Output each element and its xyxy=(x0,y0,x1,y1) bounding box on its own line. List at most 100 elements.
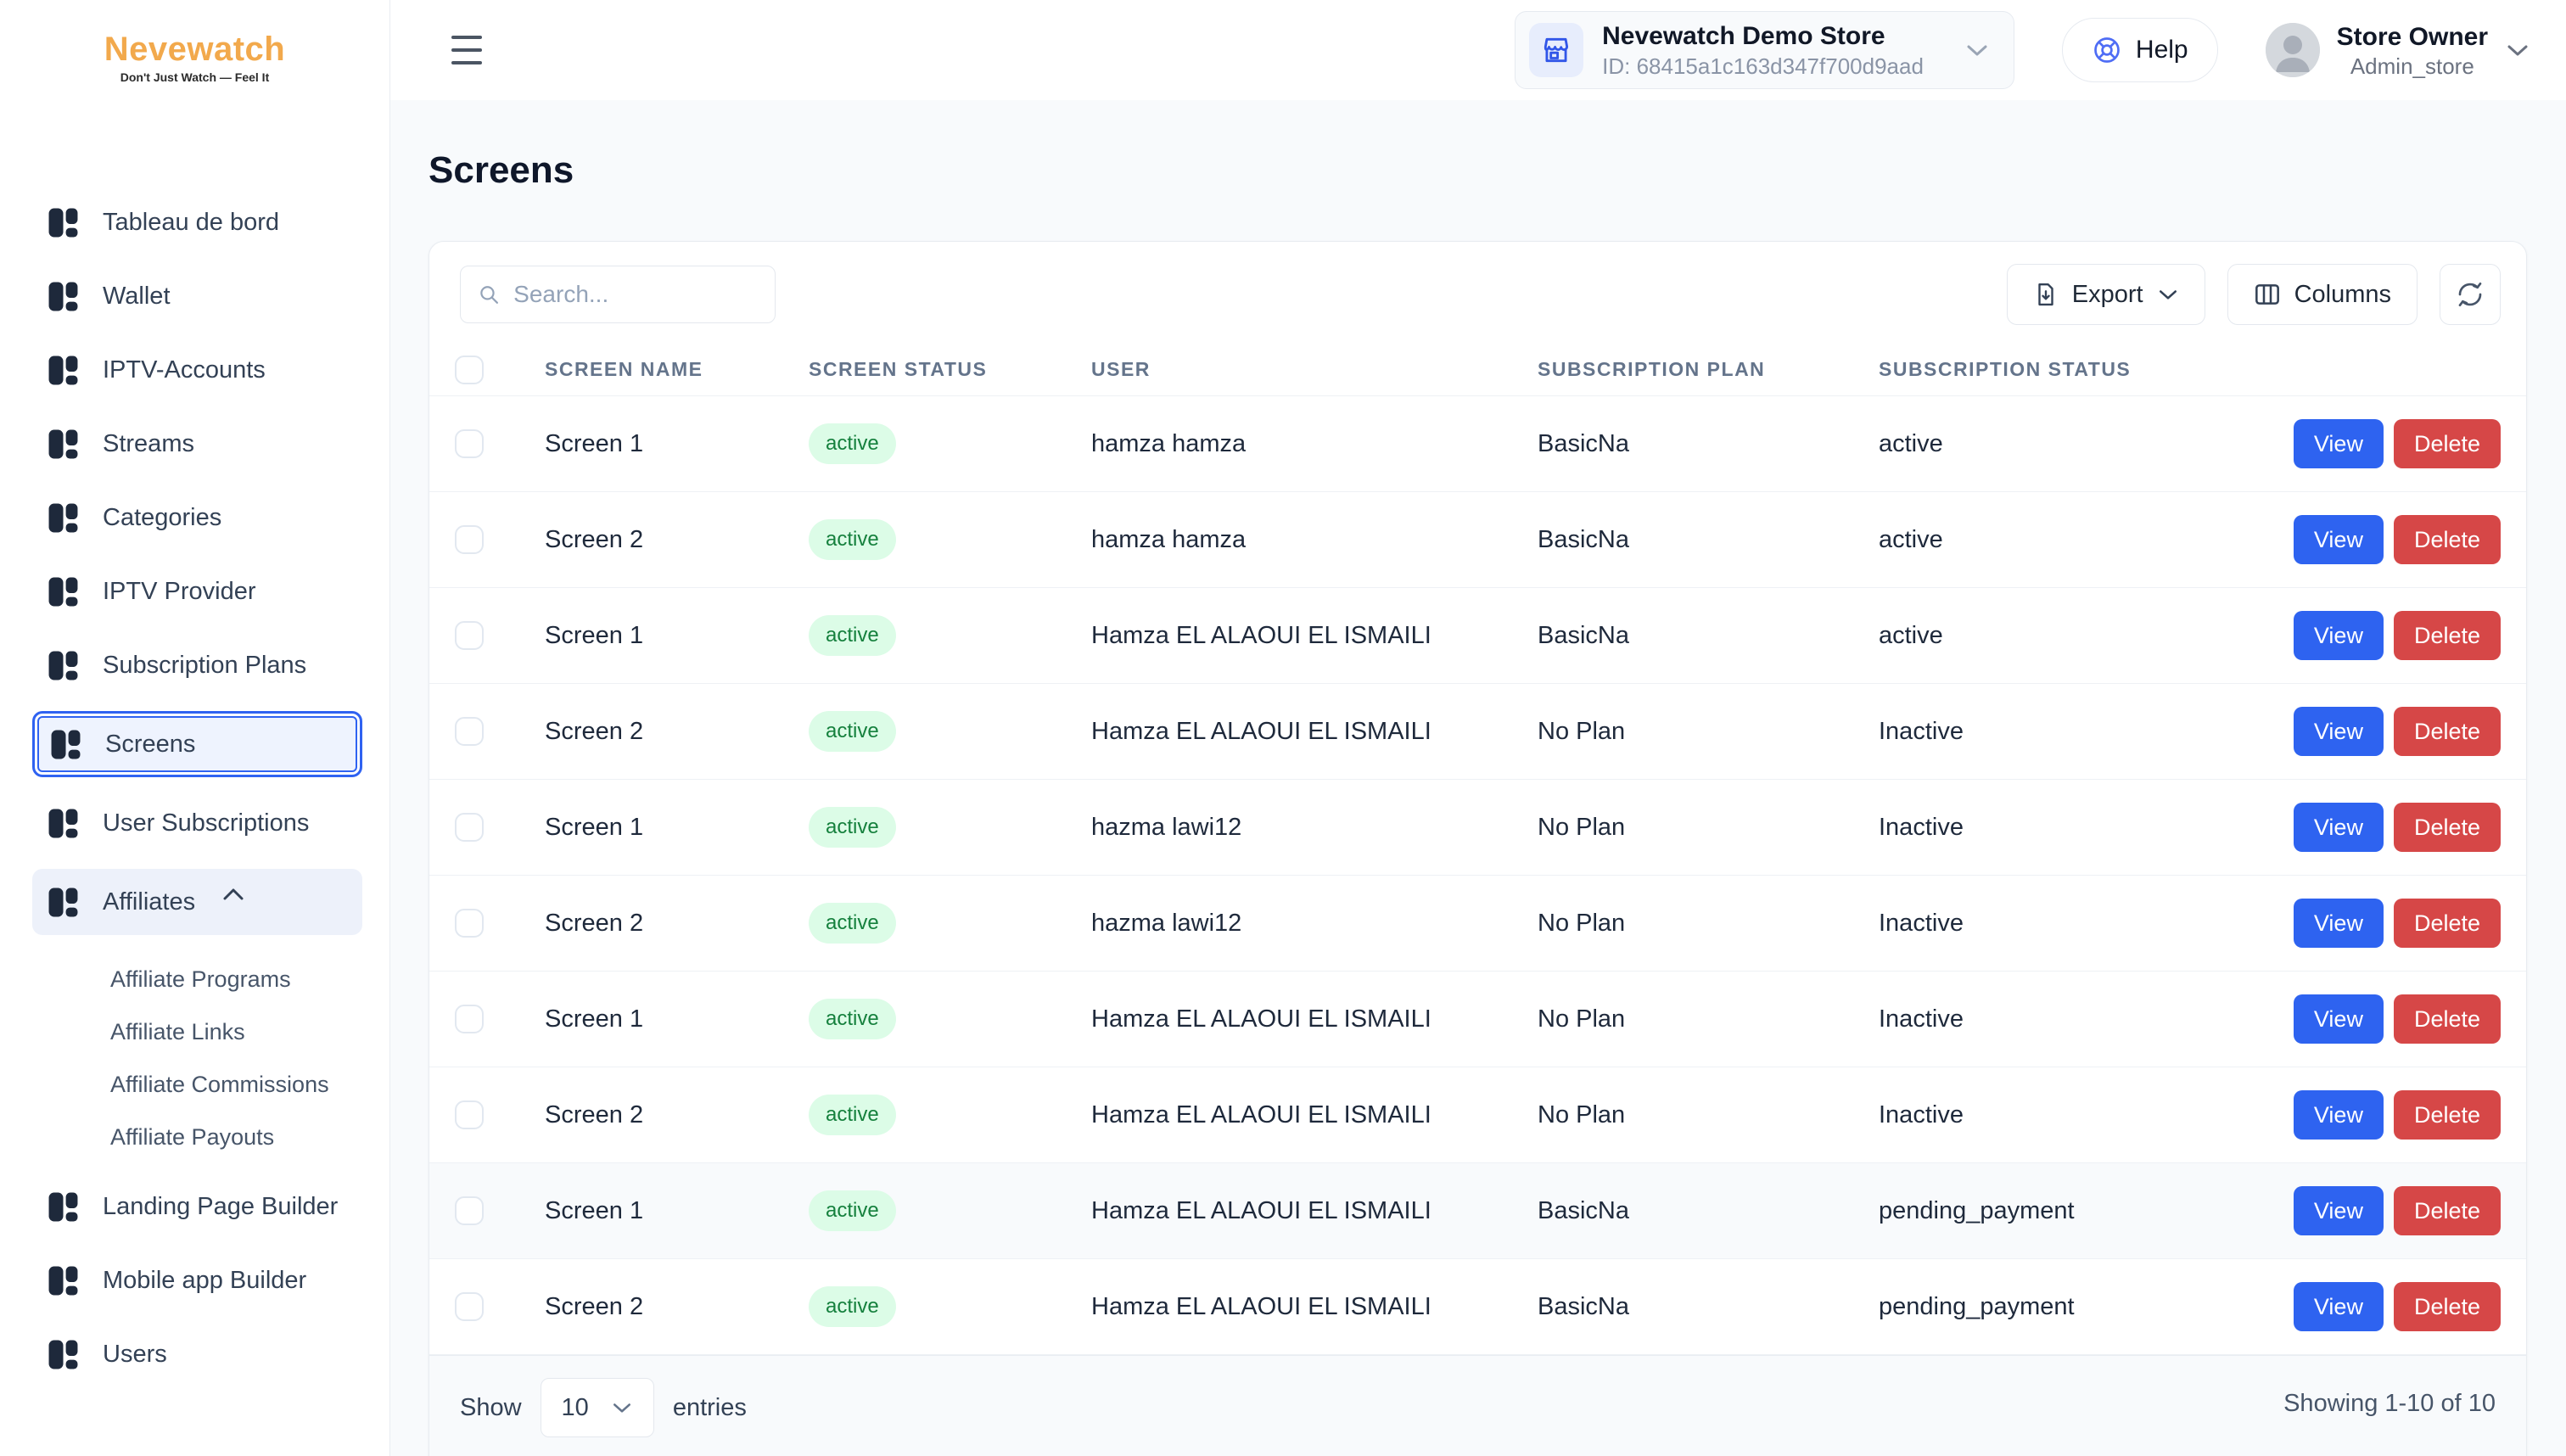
search-box xyxy=(460,266,776,323)
sidebar-item-categories[interactable]: Categories xyxy=(32,490,362,546)
view-button[interactable]: View xyxy=(2294,419,2384,468)
delete-button[interactable]: Delete xyxy=(2394,611,2501,660)
help-label: Help xyxy=(2136,36,2188,64)
sidebar-item-tableau-de-bord[interactable]: Tableau de bord xyxy=(32,194,362,250)
row-checkbox[interactable] xyxy=(455,1196,484,1225)
table-row[interactable]: Screen 1 active Hamza EL ALAOUI EL ISMAI… xyxy=(429,588,2526,684)
delete-button[interactable]: Delete xyxy=(2394,419,2501,468)
screen-status-badge: active xyxy=(809,903,896,944)
subscription-status-cell: Inactive xyxy=(1879,1005,2289,1033)
topbar: Nevewatch Demo Store ID: 68415a1c163d347… xyxy=(390,0,2566,100)
sidebar-item-streams[interactable]: Streams xyxy=(32,416,362,472)
table-row[interactable]: Screen 1 active Hamza EL ALAOUI EL ISMAI… xyxy=(429,1163,2526,1259)
sidebar-item-label: IPTV Provider xyxy=(103,578,256,606)
sidebar-subitem-label: Affiliate Commissions xyxy=(110,1072,329,1098)
row-checkbox[interactable] xyxy=(455,909,484,938)
screens-table-card: Export Columns xyxy=(429,241,2527,1456)
sidebar-subitem-affiliate-payouts[interactable]: Affiliate Payouts xyxy=(0,1111,389,1163)
sidebar-item-screens[interactable]: Screens xyxy=(32,711,362,777)
delete-button[interactable]: Delete xyxy=(2394,994,2501,1044)
delete-button[interactable]: Delete xyxy=(2394,1186,2501,1235)
screen-name-cell: Screen 1 xyxy=(545,622,809,650)
store-id: ID: 68415a1c163d347f700d9aad xyxy=(1602,53,1924,81)
table-row[interactable]: Screen 1 active hamza hamza BasicNa acti… xyxy=(429,396,2526,492)
screen-name-cell: Screen 1 xyxy=(545,430,809,458)
screen-status-badge: active xyxy=(809,519,896,560)
table-row[interactable]: Screen 1 active Hamza EL ALAOUI EL ISMAI… xyxy=(429,972,2526,1067)
sidebar-subitem-affiliate-commissions[interactable]: Affiliate Commissions xyxy=(0,1058,389,1111)
columns-button[interactable]: Columns xyxy=(2227,264,2418,325)
screen-name-cell: Screen 2 xyxy=(545,910,809,938)
sidebar-item-label: Affiliates xyxy=(103,888,195,916)
subscription-plan-cell: BasicNa xyxy=(1538,1293,1879,1321)
store-switcher[interactable]: Nevewatch Demo Store ID: 68415a1c163d347… xyxy=(1515,11,2014,89)
sidebar-item-label: Subscription Plans xyxy=(103,652,306,680)
row-checkbox[interactable] xyxy=(455,1100,484,1129)
delete-button[interactable]: Delete xyxy=(2394,515,2501,564)
row-checkbox[interactable] xyxy=(455,717,484,746)
sidebar-subitem-label: Affiliate Links xyxy=(110,1019,245,1045)
col-header-screen-name: SCREEN NAME xyxy=(545,358,809,381)
user-menu[interactable]: Store Owner Admin_store xyxy=(2266,20,2530,80)
sidebar-item-iptv-accounts[interactable]: IPTV-Accounts xyxy=(32,342,362,398)
delete-button[interactable]: Delete xyxy=(2394,899,2501,948)
view-button[interactable]: View xyxy=(2294,1282,2384,1331)
sidebar-item-mobile-app-builder[interactable]: Mobile app Builder xyxy=(32,1252,362,1308)
sidebar-subitem-affiliate-links[interactable]: Affiliate Links xyxy=(0,1005,389,1058)
view-button[interactable]: View xyxy=(2294,899,2384,948)
table-row[interactable]: Screen 2 active hamza hamza BasicNa acti… xyxy=(429,492,2526,588)
export-button[interactable]: Export xyxy=(2007,264,2205,325)
subscription-status-cell: pending_payment xyxy=(1879,1293,2289,1321)
table-row[interactable]: Screen 2 active Hamza EL ALAOUI EL ISMAI… xyxy=(429,1259,2526,1355)
delete-button[interactable]: Delete xyxy=(2394,803,2501,852)
view-button[interactable]: View xyxy=(2294,1090,2384,1140)
refresh-button[interactable] xyxy=(2440,264,2501,325)
view-button[interactable]: View xyxy=(2294,803,2384,852)
table-header-row: SCREEN NAME SCREEN STATUS USER SUBSCRIPT… xyxy=(429,344,2526,396)
sidebar-subitem-affiliate-programs[interactable]: Affiliate Programs xyxy=(0,953,389,1005)
search-input[interactable] xyxy=(513,281,758,308)
sidebar-item-subscription-plans[interactable]: Subscription Plans xyxy=(32,637,362,693)
row-checkbox[interactable] xyxy=(455,525,484,554)
view-button[interactable]: View xyxy=(2294,611,2384,660)
dashboard-grid-icon xyxy=(48,355,79,386)
view-button[interactable]: View xyxy=(2294,1186,2384,1235)
view-button[interactable]: View xyxy=(2294,994,2384,1044)
table-row[interactable]: Screen 2 active hazma lawi12 No Plan Ina… xyxy=(429,876,2526,972)
sidebar-item-landing-page-builder[interactable]: Landing Page Builder xyxy=(32,1179,362,1235)
hamburger-menu-button[interactable] xyxy=(451,36,485,64)
dashboard-grid-icon xyxy=(50,729,81,760)
row-checkbox[interactable] xyxy=(455,1005,484,1033)
content: Screens xyxy=(390,100,2566,1456)
table-row[interactable]: Screen 2 active Hamza EL ALAOUI EL ISMAI… xyxy=(429,684,2526,780)
sidebar-item-wallet[interactable]: Wallet xyxy=(32,268,362,324)
sidebar-item-user-subscriptions[interactable]: User Subscriptions xyxy=(32,795,362,851)
select-all-checkbox[interactable] xyxy=(455,356,484,384)
subscription-plan-cell: No Plan xyxy=(1538,1101,1879,1129)
dashboard-grid-icon xyxy=(48,887,79,918)
row-checkbox[interactable] xyxy=(455,621,484,650)
sidebar-item-label: Users xyxy=(103,1341,167,1369)
topbar-right: Nevewatch Demo Store ID: 68415a1c163d347… xyxy=(1515,11,2530,89)
sidebar-item-affiliates[interactable]: Affiliates xyxy=(32,869,362,935)
table-row[interactable]: Screen 1 active hazma lawi12 No Plan Ina… xyxy=(429,780,2526,876)
dashboard-grid-icon xyxy=(48,808,79,839)
help-button[interactable]: Help xyxy=(2062,18,2218,82)
brand-logo: Nevewatch Don't Just Watch — Feel It xyxy=(0,0,389,92)
row-checkbox[interactable] xyxy=(455,813,484,842)
subscription-plan-cell: No Plan xyxy=(1538,910,1879,938)
chevron-down-icon xyxy=(1964,42,1990,58)
row-checkbox[interactable] xyxy=(455,1292,484,1321)
view-button[interactable]: View xyxy=(2294,707,2384,756)
table-row[interactable]: Screen 2 active Hamza EL ALAOUI EL ISMAI… xyxy=(429,1067,2526,1163)
view-button[interactable]: View xyxy=(2294,515,2384,564)
showing-text: Showing 1-10 of 10 xyxy=(2283,1378,2496,1418)
delete-button[interactable]: Delete xyxy=(2394,1282,2501,1331)
sidebar-item-iptv-provider[interactable]: IPTV Provider xyxy=(32,563,362,619)
page-size-select[interactable]: 10 xyxy=(541,1378,654,1437)
delete-button[interactable]: Delete xyxy=(2394,1090,2501,1140)
row-checkbox[interactable] xyxy=(455,429,484,458)
export-file-icon xyxy=(2033,282,2059,307)
delete-button[interactable]: Delete xyxy=(2394,707,2501,756)
sidebar-item-users[interactable]: Users xyxy=(32,1326,362,1382)
